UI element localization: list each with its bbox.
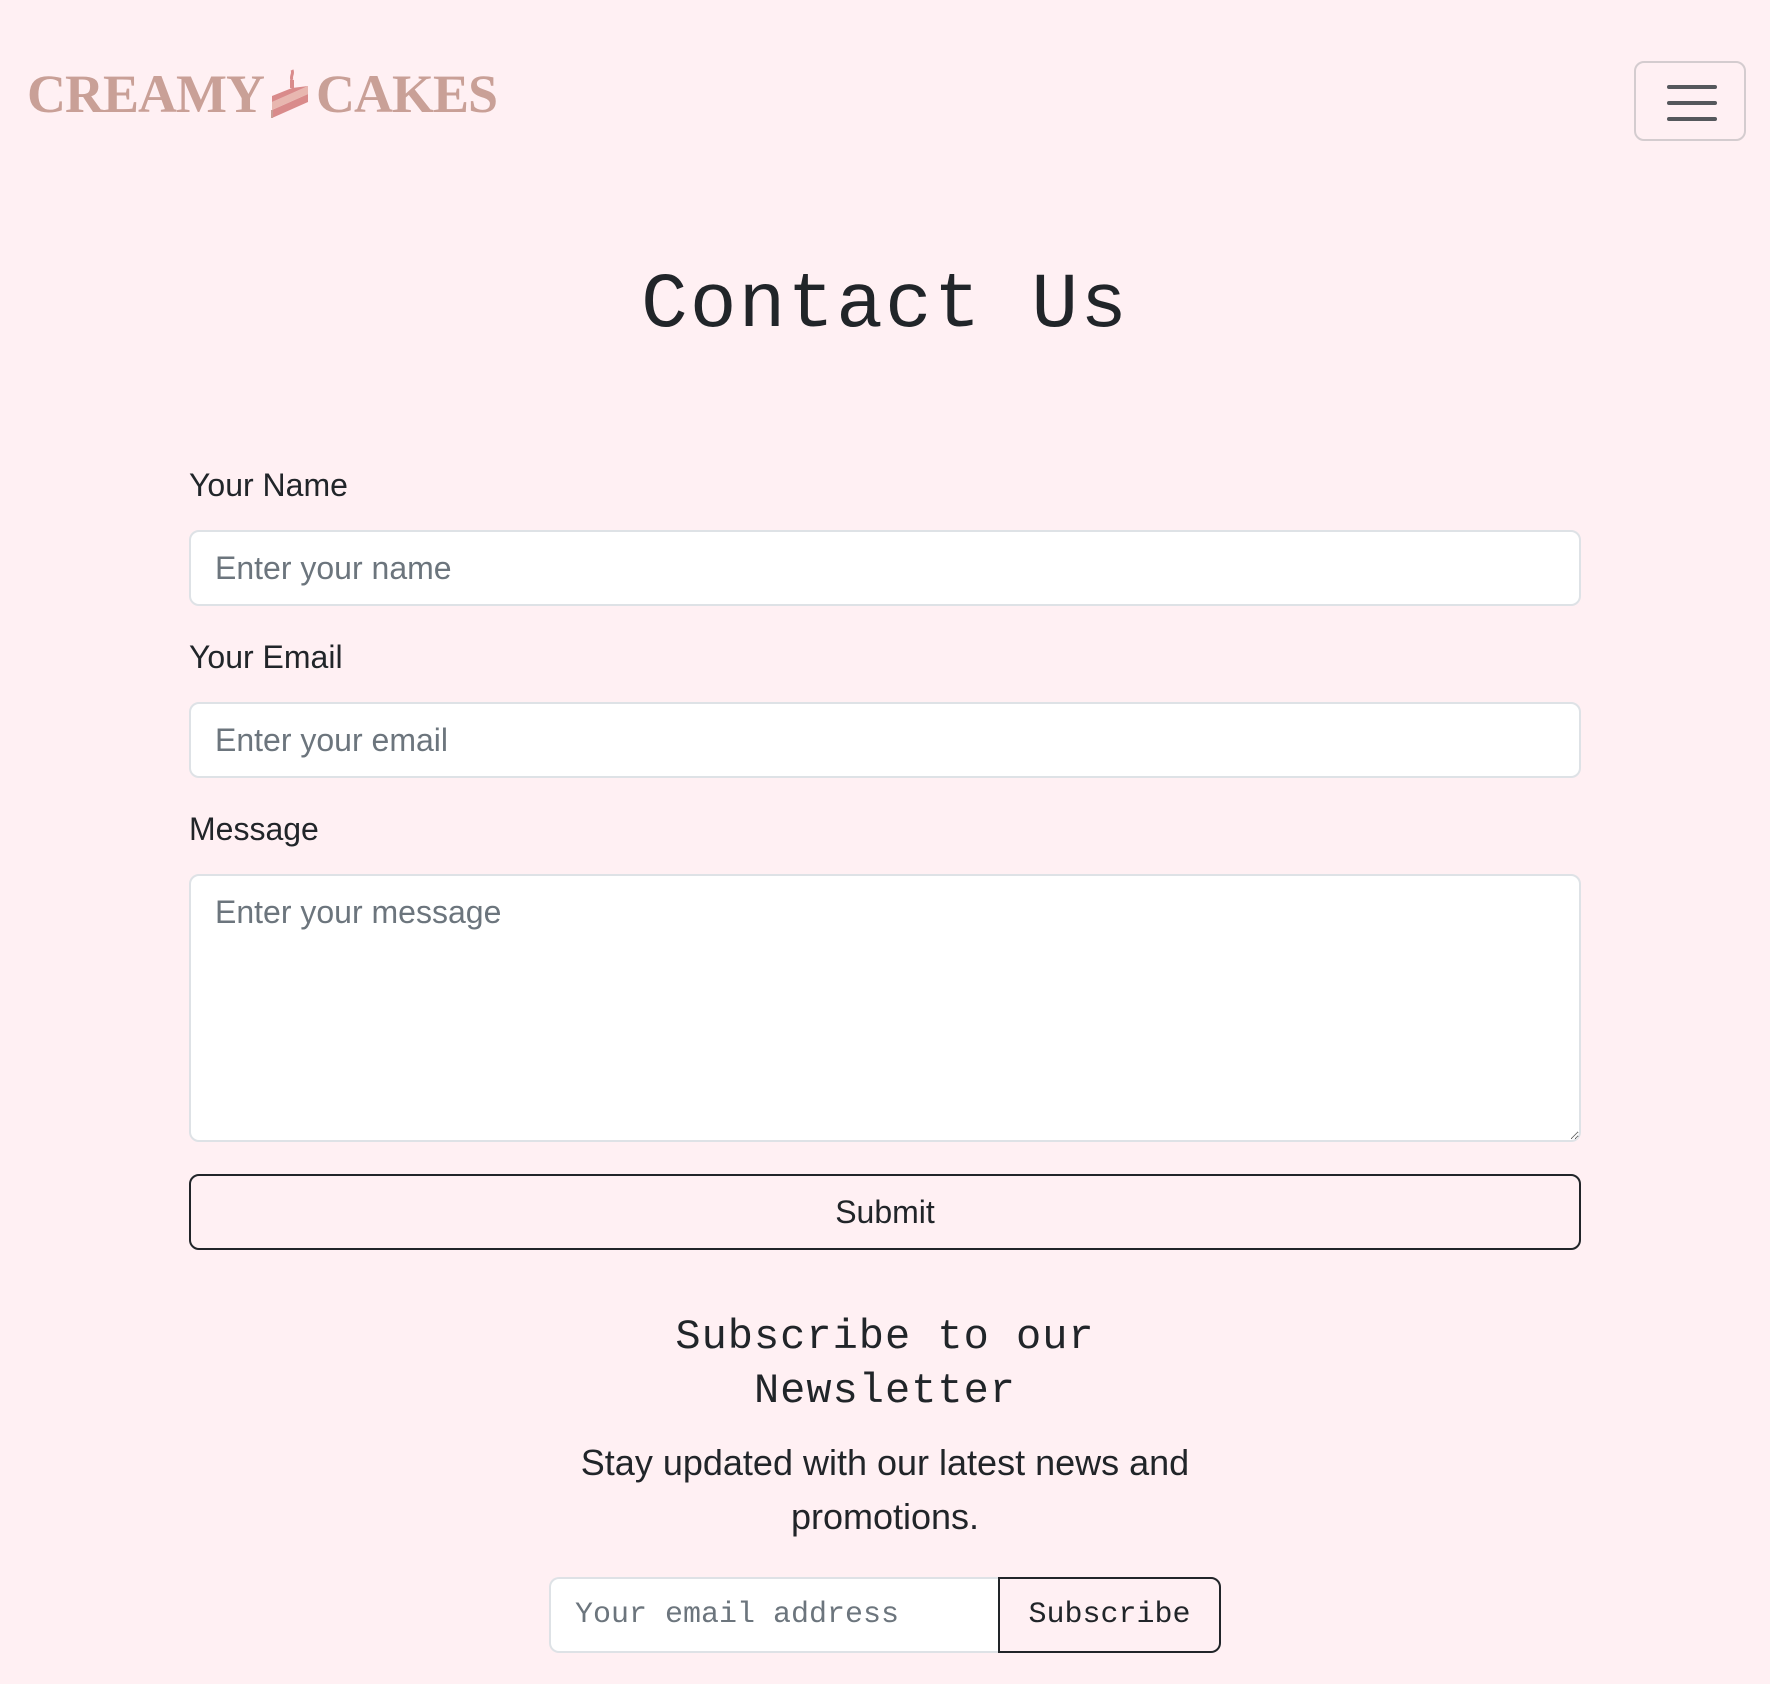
brand-text-left: CREAMY <box>27 64 265 124</box>
newsletter-email-input[interactable] <box>549 1577 998 1653</box>
subscribe-button[interactable]: Subscribe <box>998 1577 1221 1653</box>
navbar: CREAMY CAKES <box>0 0 1770 200</box>
navbar-toggler-button[interactable] <box>1634 61 1746 141</box>
newsletter-description: Stay updated with our latest news and pr… <box>580 1442 1190 1537</box>
cake-slice-icon <box>268 66 312 122</box>
message-label: Message <box>189 811 319 847</box>
newsletter-subscribe-group: Subscribe <box>549 1577 1221 1653</box>
message-textarea[interactable] <box>189 874 1581 1142</box>
email-input[interactable] <box>189 702 1581 778</box>
page-title: Contact Us <box>640 262 1130 350</box>
brand-text-right: CAKES <box>315 64 498 124</box>
submit-button[interactable]: Submit <box>189 1174 1581 1250</box>
brand-logo[interactable]: CREAMY CAKES <box>27 64 498 124</box>
email-label: Your Email <box>189 639 343 675</box>
name-input[interactable] <box>189 530 1581 606</box>
newsletter-title: Subscribe to our Newsletter <box>675 1313 1095 1415</box>
name-label: Your Name <box>189 467 348 503</box>
hamburger-menu-icon <box>1667 85 1717 121</box>
